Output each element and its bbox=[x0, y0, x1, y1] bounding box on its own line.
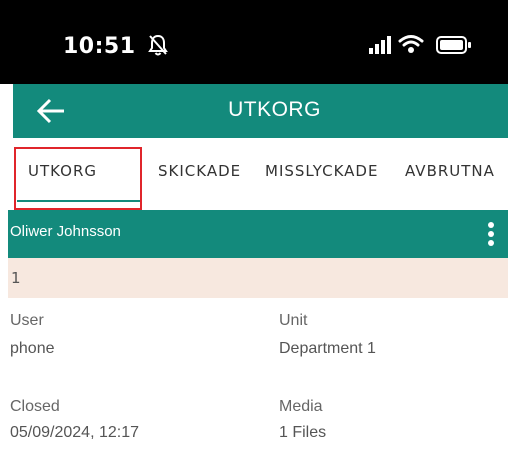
unit-value: Department 1 bbox=[279, 340, 376, 357]
tab-bar: UTKORG SKICKADE MISSLYCKADE AVBRUTNA bbox=[0, 138, 508, 210]
media-label: Media bbox=[279, 398, 323, 415]
status-time: 10:51 bbox=[63, 34, 136, 59]
page-title: UTKORG bbox=[228, 98, 321, 121]
more-vertical-icon[interactable] bbox=[484, 220, 498, 248]
bell-slash-icon bbox=[147, 33, 169, 61]
status-bar: 10:51 bbox=[0, 0, 508, 84]
battery-icon bbox=[436, 36, 472, 58]
user-value: phone bbox=[10, 340, 55, 357]
tab-avbrutna[interactable]: AVBRUTNA bbox=[405, 162, 495, 180]
user-label: User bbox=[10, 312, 44, 329]
contact-name: Oliwer Johnsson bbox=[10, 223, 121, 240]
closed-label: Closed bbox=[10, 398, 60, 415]
media-value: 1 Files bbox=[279, 424, 327, 441]
closed-value: 05/09/2024, 12:17 bbox=[10, 424, 140, 441]
tab-misslyckade[interactable]: MISSLYCKADE bbox=[265, 162, 378, 180]
app-bar: UTKORG bbox=[13, 84, 508, 138]
card-id-row: 1 bbox=[8, 258, 508, 298]
card-header[interactable]: Oliwer Johnsson bbox=[8, 210, 508, 258]
card-id: 1 bbox=[11, 269, 21, 287]
wifi-icon bbox=[398, 33, 424, 59]
unit-label: Unit bbox=[279, 312, 308, 329]
signal-icon bbox=[369, 36, 393, 58]
tab-skickade[interactable]: SKICKADE bbox=[158, 162, 241, 180]
highlight-box bbox=[14, 147, 142, 210]
